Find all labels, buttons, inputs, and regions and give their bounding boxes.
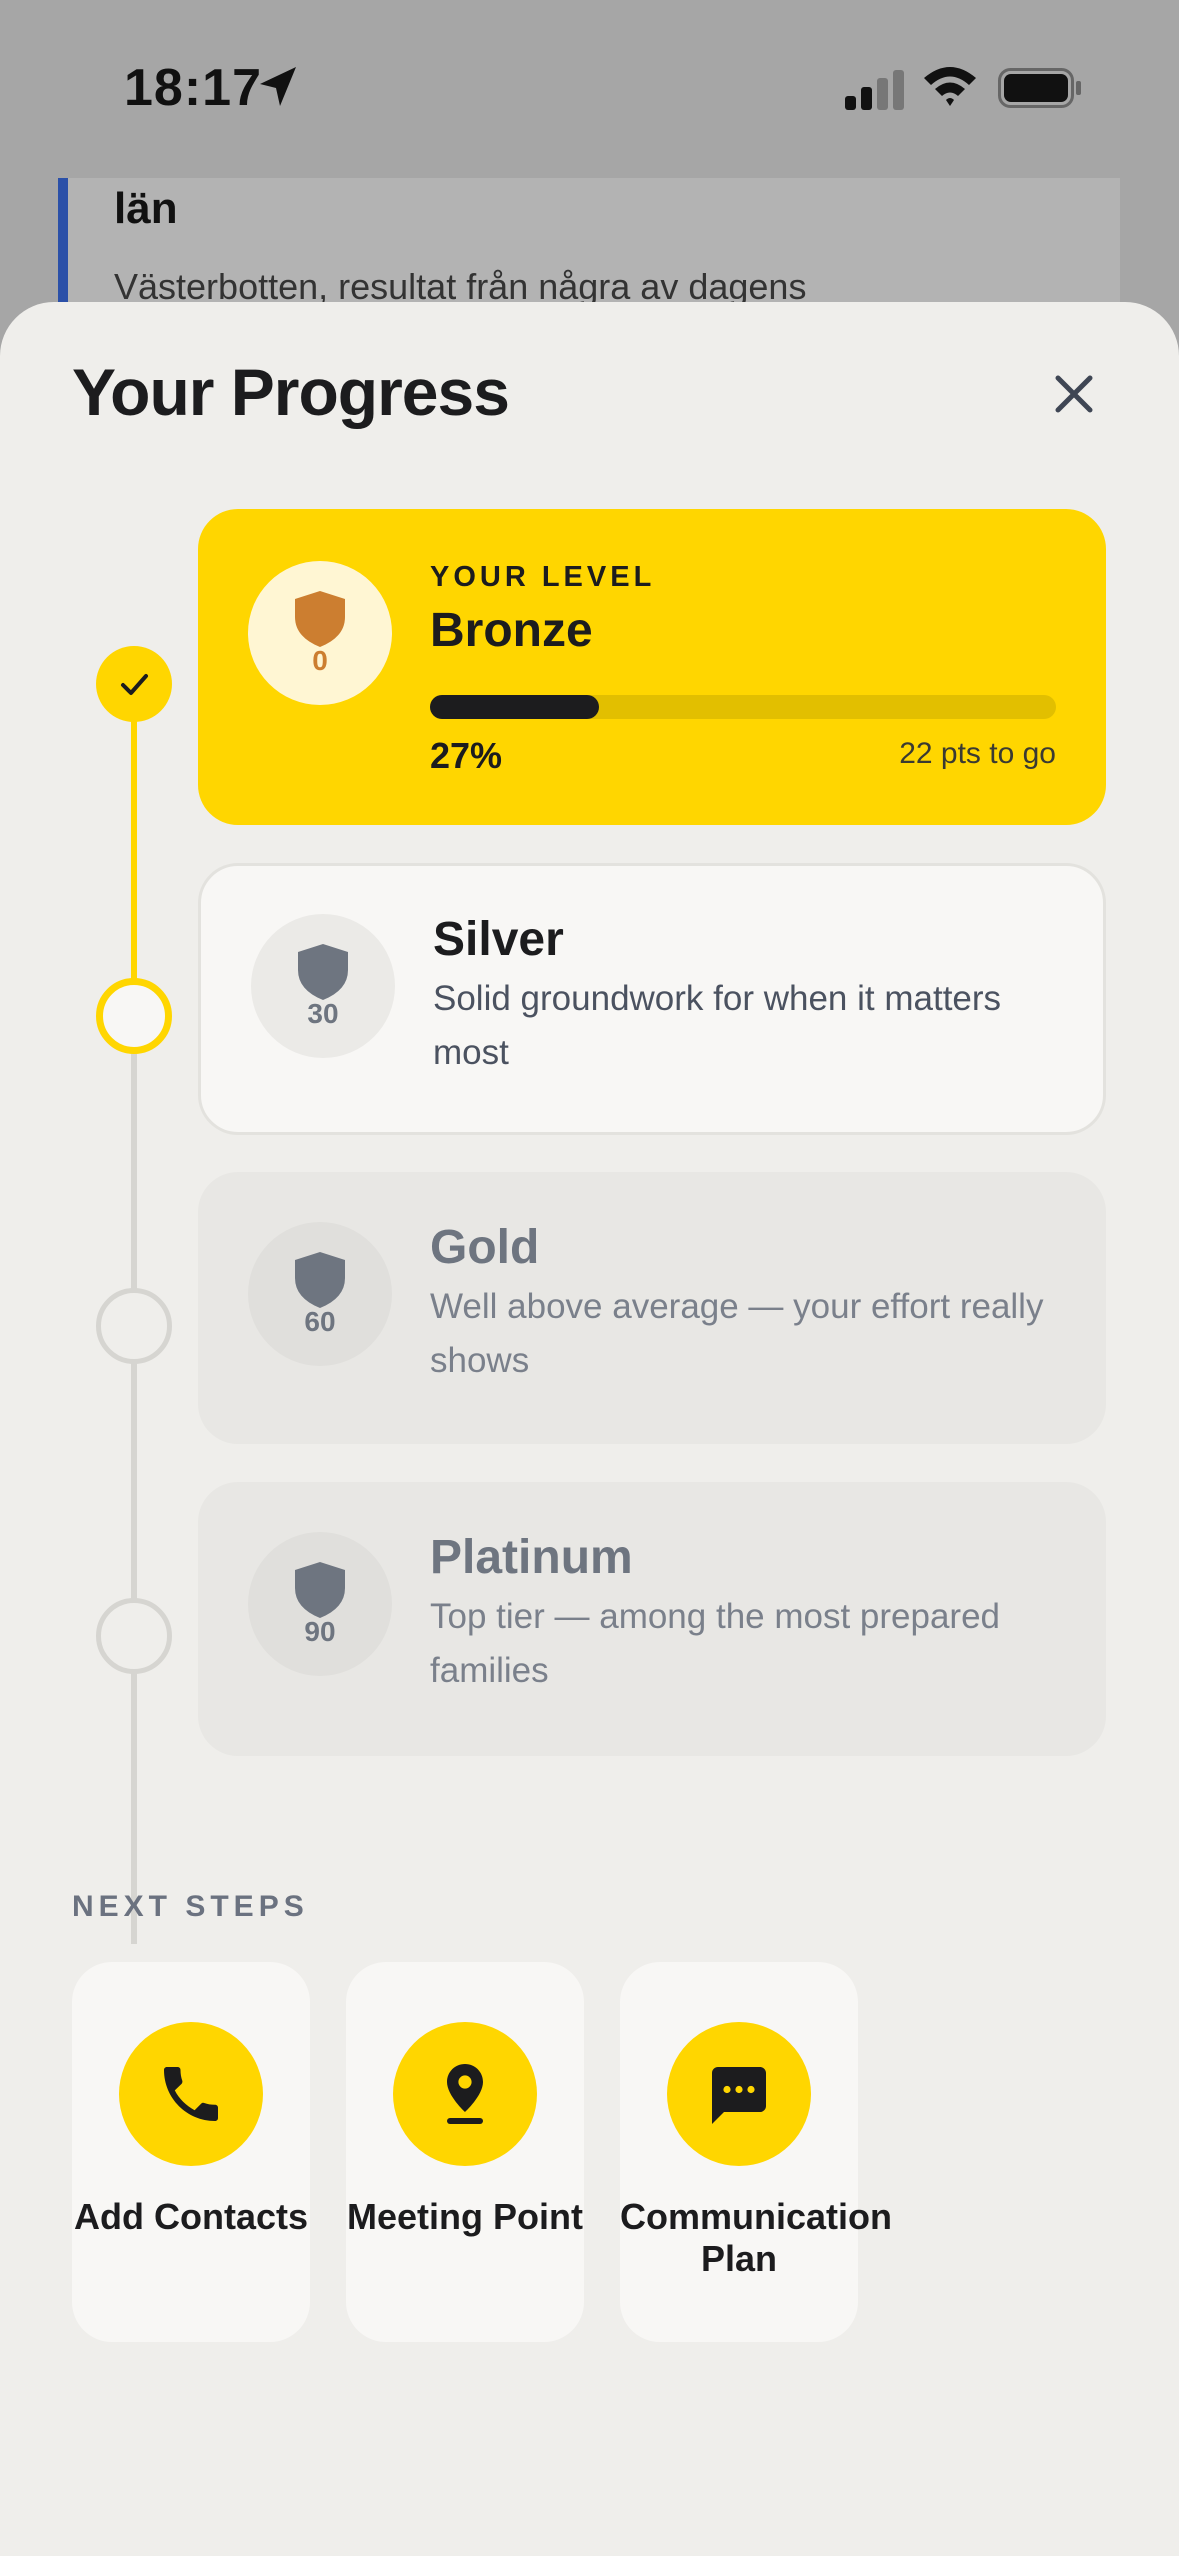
level-points: 30 [307, 998, 339, 1029]
checkmark-icon [121, 674, 148, 695]
level-badge-gold: 60 [248, 1222, 392, 1366]
wifi-icon [924, 67, 976, 106]
step-icon-circle [667, 2022, 811, 2166]
level-card-bronze: 0 YOUR LEVEL Bronze 27% 22 pts to go [198, 509, 1106, 825]
shield-icon [298, 944, 348, 1000]
next-step-add-contacts[interactable]: Add Contacts [72, 1962, 310, 2342]
timeline-node-bronze [96, 646, 172, 722]
progress-sheet: Your Progress 0 YOUR LEVEL Bronze 27% 22… [0, 302, 1179, 2556]
level-points: 0 [312, 645, 328, 676]
timeline-node-silver [96, 978, 172, 1054]
cellular-signal-icon [845, 70, 904, 110]
level-name: Gold [430, 1221, 540, 1274]
level-progress-fill [430, 695, 600, 719]
level-points: 60 [304, 1306, 336, 1337]
status-time: 18:17 [124, 59, 262, 117]
level-card-silver: 30 Silver Solid groundwork for when it m… [198, 863, 1106, 1135]
level-points: 90 [304, 1616, 336, 1647]
step-label: Meeting Point [347, 2196, 583, 2237]
step-label: Add Contacts [74, 2196, 308, 2237]
next-step-meeting-point[interactable]: Meeting Point [346, 1962, 584, 2342]
level-name: Platinum [430, 1531, 633, 1584]
article-title: län [114, 184, 178, 233]
your-level-label: YOUR LEVEL [430, 561, 656, 593]
level-card-gold: 60 Gold Well above average — your effort… [198, 1172, 1106, 1444]
level-progress-bar [430, 695, 1056, 719]
step-icon-circle [119, 2022, 263, 2166]
location-pin-icon [447, 2064, 483, 2124]
level-badge-bronze: 0 [248, 561, 392, 705]
chat-bubble-icon [712, 2067, 766, 2124]
battery-icon [998, 68, 1081, 108]
next-steps-label: NEXT STEPS [72, 1890, 309, 1923]
level-badge-silver: 30 [251, 914, 395, 1058]
step-icon-circle [393, 2022, 537, 2166]
timeline-line-pending [131, 1018, 137, 1944]
close-icon[interactable] [1046, 366, 1102, 422]
phone-icon [164, 2067, 218, 2121]
level-name: Silver [433, 913, 564, 966]
level-badge-platinum: 90 [248, 1532, 392, 1676]
location-arrow-icon [260, 67, 296, 106]
level-card-platinum: 90 Platinum Top tier — among the most pr… [198, 1482, 1106, 1756]
sheet-title: Your Progress [72, 355, 510, 429]
timeline-node-gold [96, 1288, 172, 1364]
level-description: Well above average — your effort really … [430, 1287, 1044, 1380]
status-bar: 18:17 [0, 0, 1179, 170]
level-description: Top tier — among the most prepared famil… [430, 1597, 1001, 1690]
step-label: Communication Plan [620, 2196, 893, 2279]
shield-icon [295, 591, 345, 647]
level-description: Solid groundwork for when it matters mos… [433, 979, 1002, 1072]
timeline-node-platinum [96, 1598, 172, 1674]
progress-percent: 27% [430, 735, 503, 776]
timeline-line-complete [131, 684, 137, 1018]
shield-icon [295, 1562, 345, 1618]
next-step-communication-plan[interactable]: Communication Plan [620, 1962, 893, 2342]
points-to-go: 22 pts to go [899, 737, 1056, 770]
shield-icon [295, 1252, 345, 1308]
level-name: Bronze [430, 604, 593, 657]
